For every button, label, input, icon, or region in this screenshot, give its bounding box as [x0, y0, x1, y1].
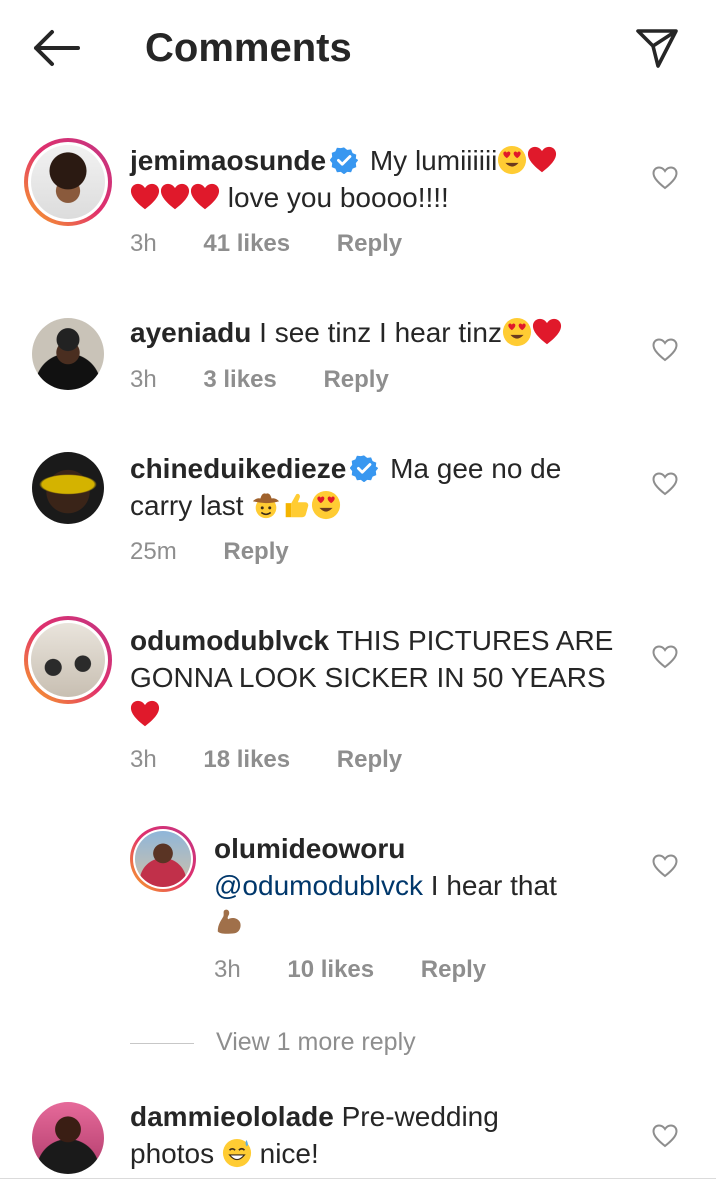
view-more-label: View 1 more reply [216, 1028, 416, 1056]
divider [0, 1178, 716, 1179]
avatar[interactable] [24, 616, 112, 704]
comment-username[interactable]: jemimaosunde [130, 145, 326, 176]
comment-username[interactable]: dammieololade [130, 1101, 334, 1132]
comment-meta: 25m Reply [130, 538, 329, 568]
top-bar: Comments [0, 0, 716, 100]
likes-count[interactable]: 3 likes [203, 366, 276, 393]
comment-body: THIS PICTURES ARE [336, 625, 614, 656]
comment-time: 25m [130, 538, 177, 565]
avatar[interactable] [32, 452, 104, 524]
likes-count[interactable]: 10 likes [287, 956, 374, 983]
comment-text: ayeniadu I see tinz I hear tinz [130, 314, 630, 351]
comment-body-line2: love you boooo!!!! [227, 182, 449, 213]
red-heart-emoji-icon [190, 182, 220, 212]
grinning-sweat-emoji-icon [222, 1138, 252, 1168]
comment-meta: 3h 3 likes Reply [130, 366, 429, 396]
comment-username[interactable]: ayeniadu [130, 317, 251, 348]
comment-body: I hear that [430, 870, 557, 901]
comment-text: chineduikedieze Ma gee no de carry last [130, 450, 630, 524]
comment-body: My lumiiiiii [369, 145, 498, 176]
reply-button[interactable]: Reply [337, 746, 402, 773]
comment-body-line2: carry last [130, 490, 244, 521]
comment-time: 3h [130, 230, 157, 257]
heart-outline-icon[interactable] [652, 854, 678, 878]
heart-eyes-emoji-icon [311, 490, 341, 520]
comment-body-line2: photos [130, 1138, 215, 1169]
comment-text: dammieololade Pre-wedding photos nice! [130, 1098, 630, 1172]
comment-body: Pre-wedding [341, 1101, 499, 1132]
comment-body-line3: nice! [259, 1138, 319, 1169]
comment-username[interactable]: odumodublvck [130, 625, 329, 656]
verified-badge-icon [350, 454, 378, 482]
avatar[interactable] [130, 826, 196, 892]
view-more-replies-button[interactable]: View 1 more reply [130, 1028, 416, 1057]
comment-meta: 3h 41 likes Reply [130, 230, 442, 260]
heart-outline-icon[interactable] [652, 166, 678, 190]
heart-eyes-emoji-icon [502, 317, 532, 347]
comment-body: I see tinz I hear tinz [259, 317, 502, 348]
comment-body-line2: GONNA LOOK SICKER IN 50 YEARS [130, 662, 606, 693]
reply-button[interactable]: Reply [337, 230, 402, 257]
avatar[interactable] [32, 1102, 104, 1174]
divider [130, 1042, 194, 1044]
comment-text: olumideoworu @odumodublvck I hear that [214, 830, 634, 941]
comment-time: 3h [130, 746, 157, 773]
paper-plane-icon[interactable] [634, 26, 680, 70]
reply-button[interactable]: Reply [223, 538, 288, 565]
comment-meta: 3h 18 likes Reply [130, 746, 442, 776]
comment-time: 3h [214, 956, 241, 983]
red-heart-emoji-icon [130, 182, 160, 212]
flexed-biceps-emoji-icon [214, 907, 244, 937]
likes-count[interactable]: 41 likes [203, 230, 290, 257]
comment-time: 3h [130, 366, 157, 393]
heart-outline-icon[interactable] [652, 1124, 678, 1148]
heart-outline-icon[interactable] [652, 338, 678, 362]
comment-username[interactable]: chineduikedieze [130, 453, 346, 484]
heart-eyes-emoji-icon [497, 145, 527, 175]
comment-text: odumodublvck THIS PICTURES ARE GONNA LOO… [130, 622, 630, 733]
avatar[interactable] [24, 138, 112, 226]
avatar[interactable] [32, 318, 104, 390]
reply-button[interactable]: Reply [323, 366, 388, 393]
verified-badge-icon [330, 146, 358, 174]
comment-text: jemimaosunde My lumiiiiii love you boooo… [130, 142, 630, 216]
heart-outline-icon[interactable] [652, 472, 678, 496]
comment-username[interactable]: olumideoworu [214, 833, 405, 864]
red-heart-emoji-icon [160, 182, 190, 212]
page-title: Comments [145, 26, 352, 70]
red-heart-emoji-icon [532, 317, 562, 347]
likes-count[interactable]: 18 likes [203, 746, 290, 773]
comment-meta: 3h 10 likes Reply [214, 956, 526, 986]
comment-body: Ma gee no de [390, 453, 562, 484]
red-heart-emoji-icon [130, 699, 160, 729]
red-heart-emoji-icon [527, 145, 557, 175]
arrow-left-icon[interactable] [30, 26, 82, 70]
cowboy-emoji-icon [251, 490, 281, 520]
mention-link[interactable]: @odumodublvck [214, 870, 423, 901]
heart-outline-icon[interactable] [652, 645, 678, 669]
thumbs-up-emoji-icon [281, 490, 311, 520]
reply-button[interactable]: Reply [421, 956, 486, 983]
